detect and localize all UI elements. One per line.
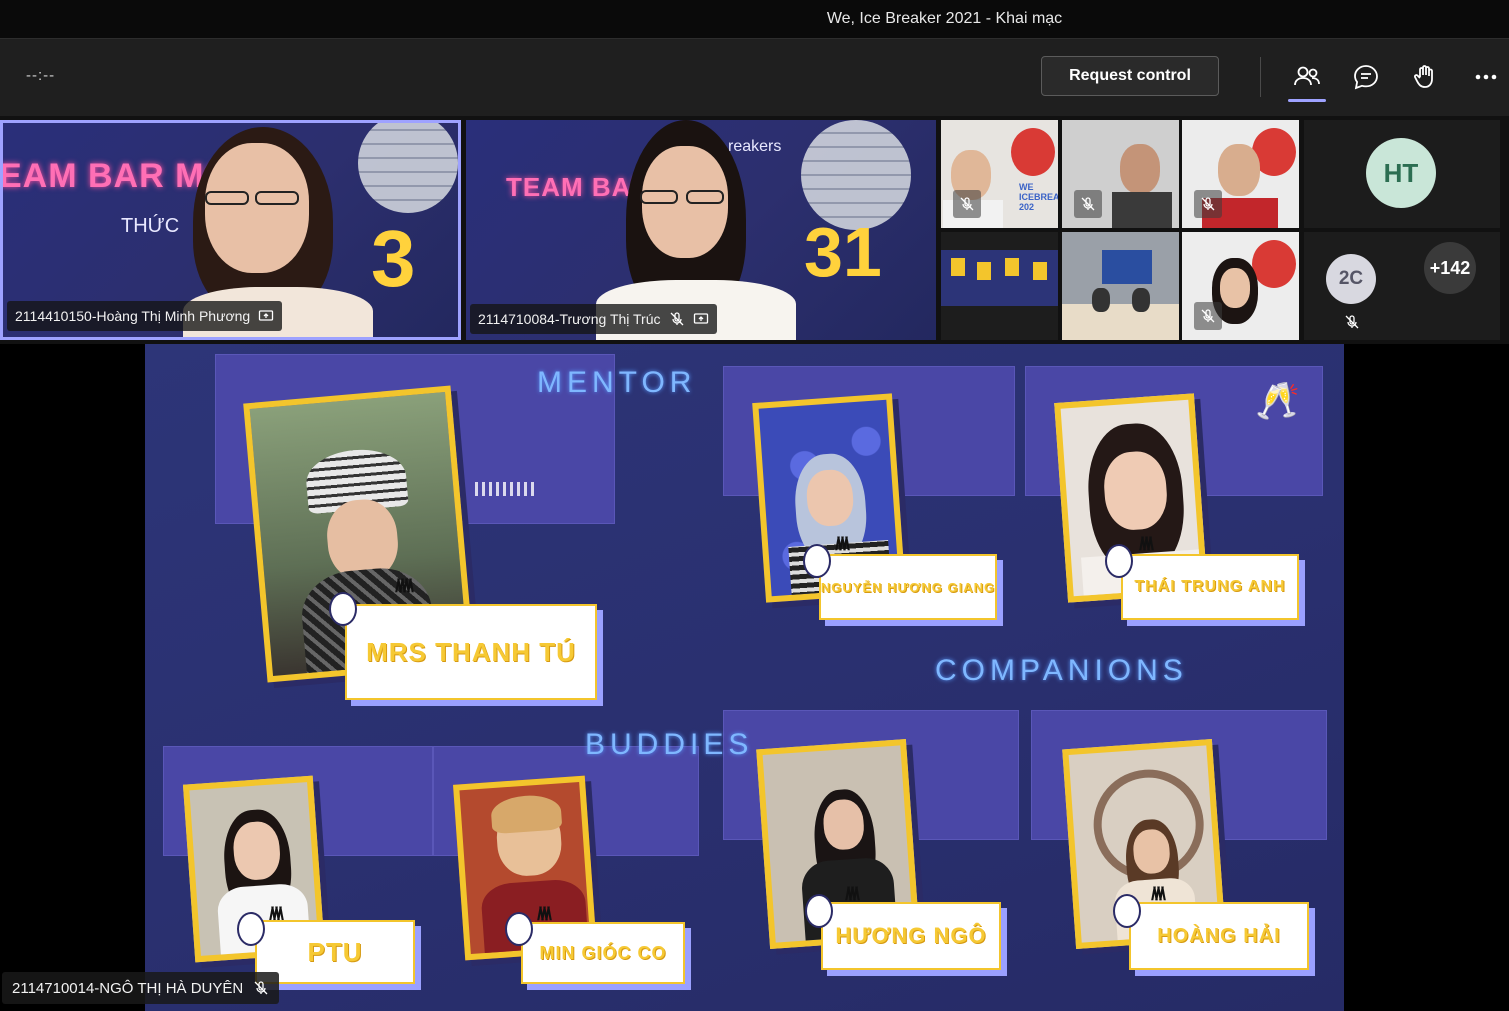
participant-name: 2114410150-Hoàng Thị Minh Phương — [15, 308, 251, 324]
zigzag-decoration: /\/\/\ — [835, 534, 850, 554]
raise-hand-icon[interactable] — [1408, 59, 1444, 95]
mic-off-icon — [1345, 315, 1359, 329]
zigzag-decoration: /\/\/\/\ — [395, 576, 414, 596]
pin-decoration — [1113, 894, 1141, 928]
mic-off-icon — [1074, 190, 1102, 218]
pin-decoration — [803, 544, 831, 578]
mic-off-icon — [953, 190, 981, 218]
meeting-timer: --:-- — [26, 67, 56, 84]
companions-heading: COMPANIONS — [935, 654, 1188, 687]
background-number: 31 — [804, 213, 882, 291]
participant-thumbnail[interactable]: WE ICEBREA 202 — [941, 120, 1058, 228]
window-title-bar: We, Ice Breaker 2021 - Khai mạc — [0, 0, 1509, 38]
participant-thumbnail[interactable] — [1182, 232, 1299, 340]
background-subtext: THỨC — [121, 215, 180, 237]
participant-name-tag: 2114710084-Trương Thị Trúc — [470, 304, 717, 334]
mic-off-icon — [1194, 302, 1222, 330]
mic-off-icon — [1194, 190, 1222, 218]
header-divider — [1260, 57, 1261, 97]
pin-decoration — [329, 592, 357, 626]
pin-decoration — [505, 912, 533, 946]
thumbnail-banner-text: WE ICEBREA 202 — [1019, 182, 1058, 212]
companion-name-label: HƯƠNG NGÔ — [821, 902, 1001, 970]
mentor-name-label: MRS THANH TÚ — [345, 604, 597, 700]
more-options-icon[interactable] — [1468, 59, 1504, 95]
participant-thumbnail[interactable] — [1062, 120, 1179, 228]
people-active-indicator — [1288, 99, 1326, 102]
participant-name: 2114710084-Trương Thị Trúc — [478, 311, 661, 327]
cheers-icon: 🥂 — [1255, 380, 1300, 421]
avatar-2c: 2C — [1326, 254, 1376, 304]
participant-avatar-tile[interactable]: 2C — [1304, 232, 1402, 340]
pin-decoration — [1105, 544, 1133, 578]
shared-slide: MENTOR COMPANIONS BUDDIES 🥂 /\/\/\/\ MRS… — [145, 344, 1344, 1011]
companion-name-label: NGUYỄN HƯƠNG GIANG — [819, 554, 997, 620]
companion-name-label: HOÀNG HẢI — [1129, 902, 1309, 970]
participant-tile-speaking[interactable]: EAM BAR MO THỨC 3 2114410150-Hoàng Thị M… — [0, 120, 461, 340]
presenter-name: 2114710014-NGÔ THỊ HÀ DUYÊN — [12, 979, 244, 997]
participant-avatar-tile[interactable]: HT — [1304, 120, 1500, 228]
people-icon[interactable] — [1289, 59, 1325, 95]
chat-icon[interactable] — [1348, 59, 1384, 95]
mentor-heading: MENTOR — [537, 366, 697, 399]
mic-off-icon — [670, 312, 683, 326]
pin-decoration — [805, 894, 833, 928]
pin-decoration — [237, 912, 265, 946]
more-participants-tile[interactable]: +142 — [1402, 232, 1500, 340]
disco-ball-decoration — [358, 123, 458, 213]
meeting-header: --:-- Request control — [0, 38, 1509, 116]
zigzag-decoration: /\/\/\ — [1139, 534, 1154, 554]
participant-video-strip: EAM BAR MO THỨC 3 2114410150-Hoàng Thị M… — [0, 116, 1509, 344]
participant-thumbnail[interactable] — [941, 232, 1058, 340]
avatar-initials: HT — [1383, 157, 1419, 188]
more-participants-count[interactable]: +142 — [1424, 242, 1476, 294]
mic-off-icon — [254, 981, 268, 995]
buddy-name-label: MIN GIÓC CO — [521, 922, 685, 984]
presenter-name-tag: 2114710014-NGÔ THỊ HÀ DUYÊN — [2, 972, 280, 1004]
participant-tile[interactable]: TEAM BAR reakers 31 2114710084-Trương Th… — [466, 120, 936, 340]
request-control-button[interactable]: Request control — [1041, 56, 1219, 96]
participant-thumbnail[interactable] — [1062, 232, 1179, 340]
participant-name-tag: 2114410150-Hoàng Thị Minh Phương — [7, 301, 283, 331]
stripe-decoration — [475, 482, 535, 496]
participant-thumbnail[interactable] — [1182, 120, 1299, 228]
avatar-ht: HT — [1366, 138, 1436, 208]
background-number: 3 — [371, 214, 416, 303]
buddies-heading: BUDDIES — [585, 728, 754, 761]
screen-share-icon — [259, 310, 274, 321]
screen-share-icon — [693, 313, 708, 324]
companion-name-label: THÁI TRUNG ANH — [1121, 554, 1299, 620]
window-title: We, Ice Breaker 2021 - Khai mạc — [826, 10, 1063, 27]
avatar-initials: +142 — [1429, 257, 1471, 278]
avatar-initials: 2C — [1338, 268, 1364, 289]
